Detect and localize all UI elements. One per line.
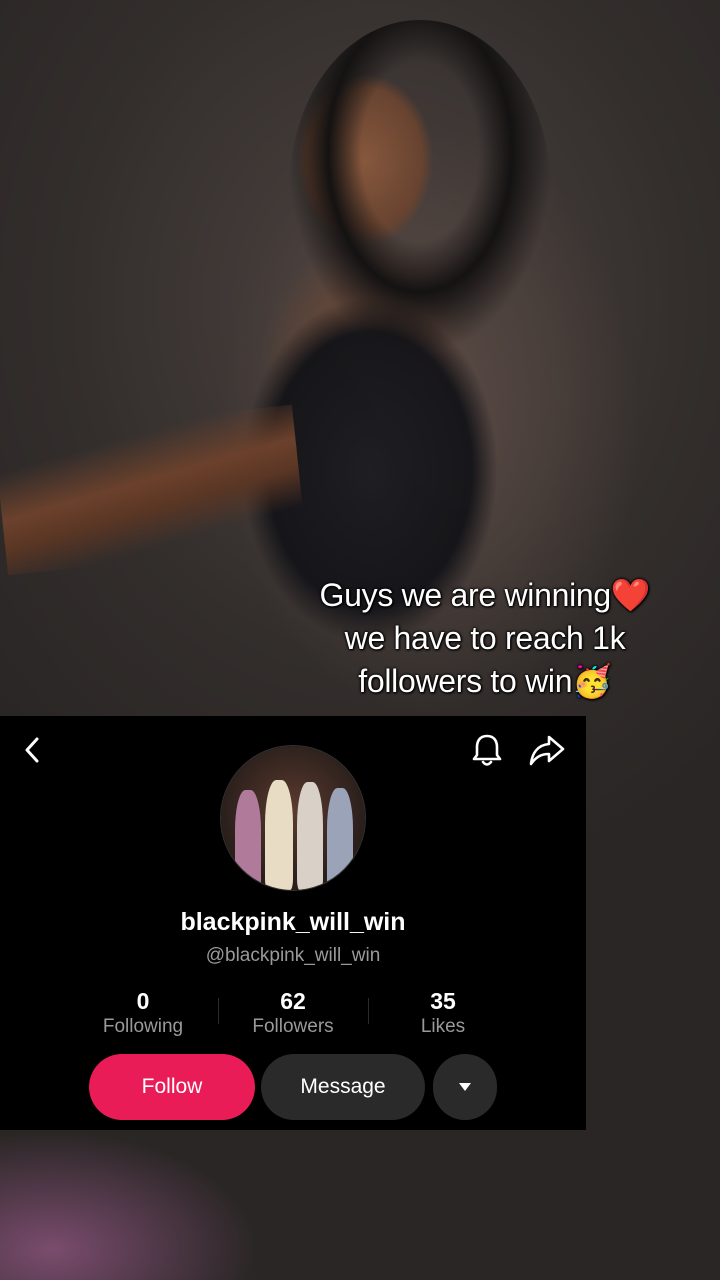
follow-button[interactable]: Follow	[89, 1054, 255, 1120]
caption-line-3: followers to win🥳	[358, 662, 612, 700]
profile-stats: 0 Following 62 Followers 35 Likes	[68, 986, 518, 1046]
stat-following[interactable]: 0 Following	[68, 986, 218, 1038]
caption-line-1: Guys we are winning❤️	[319, 576, 651, 614]
stat-likes-label: Likes	[420, 1016, 466, 1037]
back-button[interactable]	[18, 736, 46, 764]
stat-followers[interactable]: 62 Followers	[218, 986, 368, 1038]
stat-followers-value: 62	[280, 988, 306, 1014]
background-light-blob	[0, 1130, 260, 1280]
caption-line-2: we have to reach 1k	[344, 620, 626, 656]
share-button[interactable]	[528, 733, 566, 767]
stat-followers-label: Followers	[252, 1016, 334, 1037]
avatar-figure-3	[297, 782, 323, 890]
stat-likes[interactable]: 35 Likes	[368, 986, 518, 1038]
avatar-figure-2	[265, 780, 293, 890]
chevron-left-icon	[25, 737, 39, 763]
profile-handle: @blackpink_will_win	[205, 945, 381, 966]
share-arrow-icon	[529, 735, 565, 766]
profile-avatar[interactable]	[221, 746, 365, 890]
profile-display-name: blackpink_will_win	[180, 908, 406, 936]
caret-down-icon	[459, 1083, 471, 1091]
bell-icon	[472, 734, 502, 766]
party-face-emoji: 🥳	[572, 662, 612, 700]
avatar-figure-4	[327, 788, 353, 890]
performer-hair	[290, 20, 550, 350]
avatar-figure-1	[235, 790, 261, 890]
red-heart-emoji: ❤️	[610, 576, 651, 614]
stat-following-value: 0	[136, 988, 150, 1014]
follow-button-label: Follow	[141, 1075, 203, 1098]
video-caption: Guys we are winning❤️ we have to reach 1…	[290, 574, 680, 703]
stat-following-label: Following	[102, 1016, 184, 1037]
notifications-button[interactable]	[470, 732, 504, 768]
profile-card: blackpink_will_win @blackpink_will_win 0…	[0, 716, 586, 1130]
message-button-label: Message	[300, 1075, 386, 1098]
message-button[interactable]: Message	[261, 1054, 425, 1120]
more-options-button[interactable]	[433, 1054, 497, 1120]
stat-likes-value: 35	[430, 988, 456, 1014]
